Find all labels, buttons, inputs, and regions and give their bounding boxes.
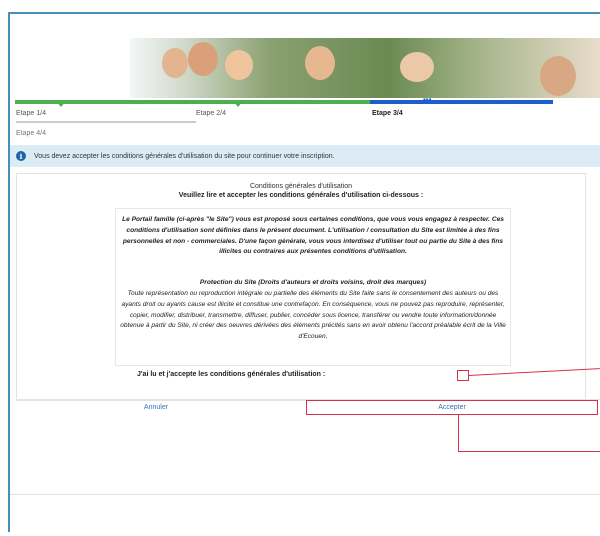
page-footer-line bbox=[10, 494, 600, 495]
progress-bar-done bbox=[15, 100, 370, 104]
annotation-line bbox=[458, 415, 459, 451]
step-underline bbox=[16, 121, 196, 123]
cgu-title: Conditions générales d'utilisation bbox=[249, 183, 353, 190]
step-label-1[interactable]: Etape 1/4 bbox=[16, 110, 46, 117]
annotation-line bbox=[458, 451, 600, 452]
info-alert: i Vous devez accepter les conditions gén… bbox=[10, 145, 600, 167]
child-photo bbox=[225, 50, 253, 80]
info-icon: i bbox=[16, 151, 26, 161]
cgu-instruction: Veuillez lire et accepter les conditions… bbox=[178, 192, 424, 199]
cgu-panel: Conditions générales d'utilisation Veuil… bbox=[16, 173, 586, 401]
child-photo bbox=[162, 48, 188, 78]
accept-button[interactable]: Accepter bbox=[306, 400, 598, 415]
cgu-scroll-box[interactable]: Le Portail famille (ci-après "le Site") … bbox=[115, 208, 511, 366]
step-label-2[interactable]: Etape 2/4 bbox=[196, 110, 226, 117]
child-photo bbox=[305, 46, 335, 80]
accept-label: J'ai lu et j'accepte les conditions géné… bbox=[137, 371, 326, 378]
step-label-4: Etape 4/4 bbox=[16, 130, 46, 137]
cgu-section-text: Toute représentation ou reproduction int… bbox=[120, 289, 506, 341]
cgu-section-title: Protection du Site (Droits d'auteurs et … bbox=[199, 279, 427, 287]
adult-photo bbox=[540, 56, 576, 96]
progress-steps: ••• bbox=[15, 95, 555, 118]
step-label-3: Etape 3/4 bbox=[372, 110, 403, 117]
cancel-button[interactable]: Annuler bbox=[16, 401, 296, 415]
alert-text: Vous devez accepter les conditions génér… bbox=[34, 152, 335, 160]
cgu-intro-text: Le Portail famille (ci-après "le Site") … bbox=[122, 216, 504, 256]
child-photo bbox=[400, 52, 434, 82]
current-step-dots-icon: ••• bbox=[423, 95, 432, 104]
step-check-icon bbox=[56, 101, 66, 107]
banner-image bbox=[130, 38, 600, 98]
child-photo bbox=[188, 42, 218, 76]
step-check-icon bbox=[233, 101, 243, 107]
progress-bar-active bbox=[370, 100, 553, 104]
